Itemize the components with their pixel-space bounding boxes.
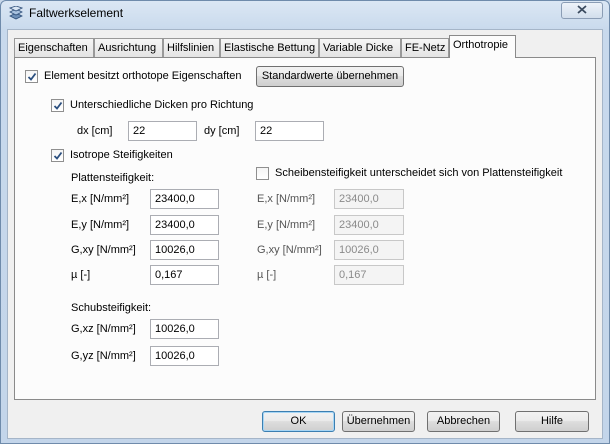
plate-ex-input[interactable]: 23400,0	[150, 189, 219, 209]
close-icon	[577, 4, 587, 17]
checkmark-icon	[53, 101, 63, 110]
shear-gxz-label: G,xz [N/mm²]	[71, 323, 136, 335]
tab-hilfslinien[interactable]: Hilfslinien	[163, 38, 220, 57]
disc-mu-label: µ [-]	[257, 269, 277, 281]
tab-fe-netz[interactable]: FE-Netz	[401, 38, 449, 57]
tab-variable-dicke[interactable]: Variable Dicke	[319, 38, 401, 57]
shear-gyz-input[interactable]: 10026,0	[150, 346, 219, 366]
dx-input[interactable]: 22	[128, 121, 197, 141]
element-orthotrop-label: Element besitzt orthotope Eigenschaften	[44, 70, 242, 82]
checkmark-icon	[53, 151, 63, 160]
dy-input[interactable]: 22	[255, 121, 324, 141]
plattensteifigkeit-heading: Plattensteifigkeit:	[71, 172, 155, 184]
different-thickness-checkbox[interactable]	[51, 99, 64, 112]
plate-ey-input[interactable]: 23400,0	[150, 215, 219, 235]
disc-stiffness-checkbox[interactable]	[256, 167, 269, 180]
plate-gxy-label: G,xy [N/mm²]	[71, 244, 136, 256]
cancel-button[interactable]: Abbrechen	[427, 411, 500, 432]
title-bar[interactable]: Faltwerkselement	[1, 1, 609, 27]
different-thickness-label: Unterschiedliche Dicken pro Richtung	[70, 99, 254, 111]
disc-ex-label: E,x [N/mm²]	[257, 193, 316, 205]
checkmark-icon	[27, 72, 37, 81]
plate-mu-input[interactable]: 0,167	[150, 265, 219, 285]
dialog-window: Faltwerkselement Eigenschaften Ausrichtu…	[0, 0, 610, 444]
tab-label: Hilfslinien	[167, 42, 215, 54]
plate-ey-label: E,y [N/mm²]	[71, 219, 130, 231]
schubsteifigkeit-heading: Schubsteifigkeit:	[71, 302, 152, 314]
help-button[interactable]: Hilfe	[515, 411, 589, 432]
disc-ey-label: E,y [N/mm²]	[257, 219, 316, 231]
standardwerte-button[interactable]: Standardwerte übernehmen	[256, 66, 404, 87]
apply-button[interactable]: Übernehmen	[342, 411, 415, 432]
plate-gxy-input[interactable]: 10026,0	[150, 240, 219, 260]
disc-ey-input[interactable]: 23400,0	[334, 215, 404, 235]
tab-orthotropie[interactable]: Orthotropie	[449, 35, 516, 58]
plate-mu-label: µ [-]	[71, 269, 91, 281]
disc-ex-input[interactable]: 23400,0	[334, 189, 404, 209]
app-icon	[8, 5, 24, 20]
shear-gxz-input[interactable]: 10026,0	[150, 319, 219, 339]
tab-elastische-bettung[interactable]: Elastische Bettung	[220, 38, 319, 57]
disc-gxy-label: G,xy [N/mm²]	[257, 244, 322, 256]
tab-label: Variable Dicke	[323, 42, 394, 54]
isotrope-checkbox[interactable]	[51, 149, 64, 162]
isotrope-label: Isotrope Steifigkeiten	[70, 149, 173, 161]
shear-gyz-label: G,yz [N/mm²]	[71, 350, 136, 362]
disc-mu-input[interactable]: 0,167	[334, 265, 404, 285]
disc-gxy-input[interactable]: 10026,0	[334, 240, 404, 260]
tab-label: FE-Netz	[405, 42, 446, 54]
ok-button[interactable]: OK	[262, 411, 335, 432]
dialog-client-area: Eigenschaften Ausrichtung Hilfslinien El…	[7, 29, 603, 439]
disc-stiffness-label: Scheibensteifigkeit unterscheidet sich v…	[275, 167, 563, 179]
tab-label: Orthotropie	[453, 39, 509, 51]
dy-label: dy [cm]	[204, 125, 240, 137]
tab-ausrichtung[interactable]: Ausrichtung	[94, 38, 163, 57]
tab-label: Eigenschaften	[18, 42, 88, 54]
plate-ex-label: E,x [N/mm²]	[71, 193, 130, 205]
element-orthotrop-checkbox[interactable]	[25, 70, 38, 83]
dx-label: dx [cm]	[77, 125, 113, 137]
close-button[interactable]	[561, 2, 603, 19]
tab-label: Ausrichtung	[98, 42, 157, 54]
tab-eigenschaften[interactable]: Eigenschaften	[14, 38, 94, 57]
orthotropie-panel: Element besitzt orthotope Eigenschaften …	[14, 57, 596, 400]
tab-label: Elastische Bettung	[224, 42, 316, 54]
window-title: Faltwerkselement	[29, 6, 124, 20]
